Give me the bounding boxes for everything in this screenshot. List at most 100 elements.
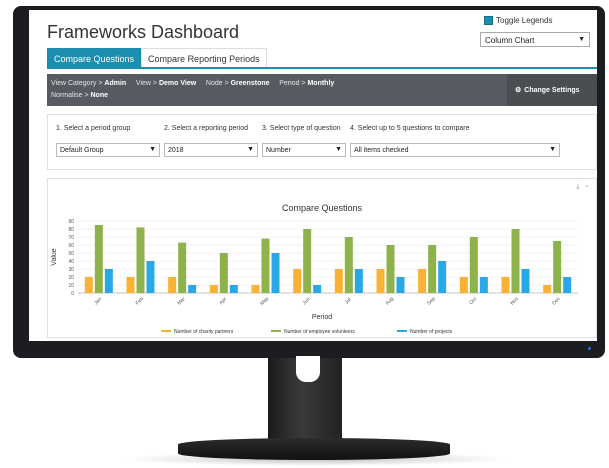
monitor-stand-base bbox=[178, 438, 450, 460]
bar-nov-2 bbox=[511, 229, 520, 293]
x-tick-label: Dec bbox=[551, 296, 562, 307]
compare-questions-value: All items checked bbox=[354, 147, 409, 154]
reporting-period-select[interactable]: 2018 ▼ bbox=[164, 143, 258, 157]
bar-jul-2 bbox=[344, 237, 353, 293]
x-tick-label: Nov bbox=[510, 296, 521, 307]
bar-oct-1 bbox=[459, 277, 468, 293]
monitor-stand-cutout bbox=[296, 356, 320, 382]
bar-nov-3 bbox=[521, 269, 530, 293]
x-tick-label: Mar bbox=[176, 296, 187, 307]
period-group-value: Default Group bbox=[60, 147, 104, 154]
y-axis-label: Value bbox=[51, 248, 58, 265]
y-tick-label: 90 bbox=[68, 219, 74, 225]
bar-feb-2 bbox=[136, 227, 145, 293]
view-value: Demo View bbox=[158, 80, 197, 87]
y-tick-label: 60 bbox=[68, 243, 74, 249]
bar-dec-2 bbox=[553, 241, 562, 293]
chevron-down-icon: ▼ bbox=[549, 146, 556, 153]
question-type-select[interactable]: Number ▼ bbox=[262, 143, 346, 157]
toggle-legends-checkbox[interactable] bbox=[484, 16, 493, 25]
legend-item: Number of projects bbox=[410, 329, 453, 335]
bar-sep-3 bbox=[438, 261, 447, 293]
normalise-label: Normalise bbox=[51, 92, 83, 99]
normalise-value: None bbox=[90, 92, 109, 99]
bar-jun-3 bbox=[313, 285, 322, 293]
y-tick-label: 70 bbox=[68, 235, 74, 241]
x-tick-label: Sep bbox=[426, 296, 437, 307]
period-group-select[interactable]: Default Group ▼ bbox=[56, 143, 160, 157]
toggle-legends-label: Toggle Legends bbox=[496, 16, 553, 25]
compare-questions-label: 4. Select up to 5 questions to compare bbox=[350, 125, 470, 132]
bar-jun-1 bbox=[293, 269, 302, 293]
view-label: View bbox=[135, 80, 151, 87]
context-line-2: Normalise > None bbox=[51, 92, 108, 99]
legend-item: Number of employee volunteers bbox=[284, 329, 355, 335]
bar-jan-1 bbox=[84, 277, 93, 293]
bar-sep-2 bbox=[428, 245, 437, 293]
reporting-period-label: 2. Select a reporting period bbox=[164, 125, 249, 132]
filter-panel: 1. Select a period group 2. Select a rep… bbox=[47, 114, 597, 170]
tab-compare-questions[interactable]: Compare Questions bbox=[47, 48, 142, 69]
y-tick-label: 30 bbox=[68, 267, 74, 273]
x-tick-label: Feb bbox=[135, 296, 145, 306]
question-type-value: Number bbox=[266, 147, 291, 154]
node-label: Node bbox=[205, 80, 223, 87]
node-value: Greenstone bbox=[230, 80, 270, 87]
chart-type-select[interactable]: Column Chart ▼ bbox=[480, 32, 590, 47]
bar-jun-2 bbox=[303, 229, 312, 293]
monitor-screen: Frameworks Dashboard Toggle Legends Colu… bbox=[29, 10, 597, 341]
gear-icon: ⚙ bbox=[515, 87, 522, 94]
context-line-1: View Category > Admin View > Demo View N… bbox=[51, 80, 335, 87]
y-tick-label: 50 bbox=[68, 251, 74, 257]
bar-may-1 bbox=[251, 285, 260, 293]
question-type-label: 3. Select type of question bbox=[262, 125, 341, 132]
bar-apr-3 bbox=[229, 285, 238, 293]
chart-panel: ⤓ ▫ Compare Questions 0 10 20 30 40 50 60 70 80 90… bbox=[47, 178, 597, 338]
bar-dec-3 bbox=[563, 277, 572, 293]
bar-aug-1 bbox=[376, 269, 385, 293]
view-category-value: Admin bbox=[104, 80, 127, 87]
period-label: Period bbox=[279, 80, 300, 87]
chart-type-value: Column Chart bbox=[485, 36, 535, 45]
x-tick-label: Oct bbox=[468, 296, 478, 306]
power-led bbox=[588, 347, 591, 350]
y-tick-label: 0 bbox=[71, 291, 74, 297]
bar-jul-1 bbox=[334, 269, 343, 293]
chevron-down-icon: ▼ bbox=[247, 146, 254, 153]
bar-nov-1 bbox=[501, 277, 510, 293]
bar-mar-3 bbox=[188, 285, 197, 293]
download-icon[interactable]: ⤓ bbox=[576, 183, 579, 191]
bar-jan-3 bbox=[104, 269, 113, 293]
bar-jul-3 bbox=[354, 269, 363, 293]
y-tick-label: 10 bbox=[68, 283, 74, 289]
chevron-down-icon: ▼ bbox=[149, 146, 156, 153]
bar-feb-3 bbox=[146, 261, 155, 293]
legend-item: Number of charity partners bbox=[174, 329, 234, 335]
tab-underline bbox=[47, 67, 597, 69]
bar-sep-1 bbox=[418, 269, 427, 293]
change-settings-button[interactable]: ⚙ Change Settings bbox=[507, 74, 597, 106]
bar-feb-1 bbox=[126, 277, 135, 293]
x-tick-label: Jun bbox=[301, 296, 311, 306]
x-axis-label: Period bbox=[312, 314, 332, 321]
chart-tools: ⤓ ▫ bbox=[576, 183, 588, 191]
compare-questions-select[interactable]: All items checked ▼ bbox=[350, 143, 560, 157]
bar-oct-2 bbox=[469, 237, 478, 293]
toggle-legends[interactable]: Toggle Legends bbox=[484, 16, 553, 25]
bar-jan-2 bbox=[94, 225, 103, 293]
bar-may-2 bbox=[261, 238, 270, 293]
bar-aug-2 bbox=[386, 245, 395, 293]
change-settings-label: Change Settings bbox=[524, 86, 580, 94]
column-chart: Compare Questions 0 10 20 30 40 50 60 70 80 90 Valu… bbox=[51, 203, 578, 335]
y-tick-label: 20 bbox=[68, 275, 74, 281]
period-value: Monthly bbox=[307, 80, 335, 87]
expand-icon[interactable]: ▫ bbox=[586, 183, 588, 191]
tab-compare-reporting-periods[interactable]: Compare Reporting Periods bbox=[141, 48, 267, 69]
x-tick-label: Aug bbox=[385, 296, 396, 307]
bar-apr-1 bbox=[209, 285, 218, 293]
chart-title: Compare Questions bbox=[282, 203, 363, 213]
x-tick-label: Jan bbox=[93, 296, 103, 306]
chevron-down-icon: ▼ bbox=[335, 146, 342, 153]
bar-aug-3 bbox=[396, 277, 405, 293]
y-tick-label: 80 bbox=[68, 227, 74, 233]
